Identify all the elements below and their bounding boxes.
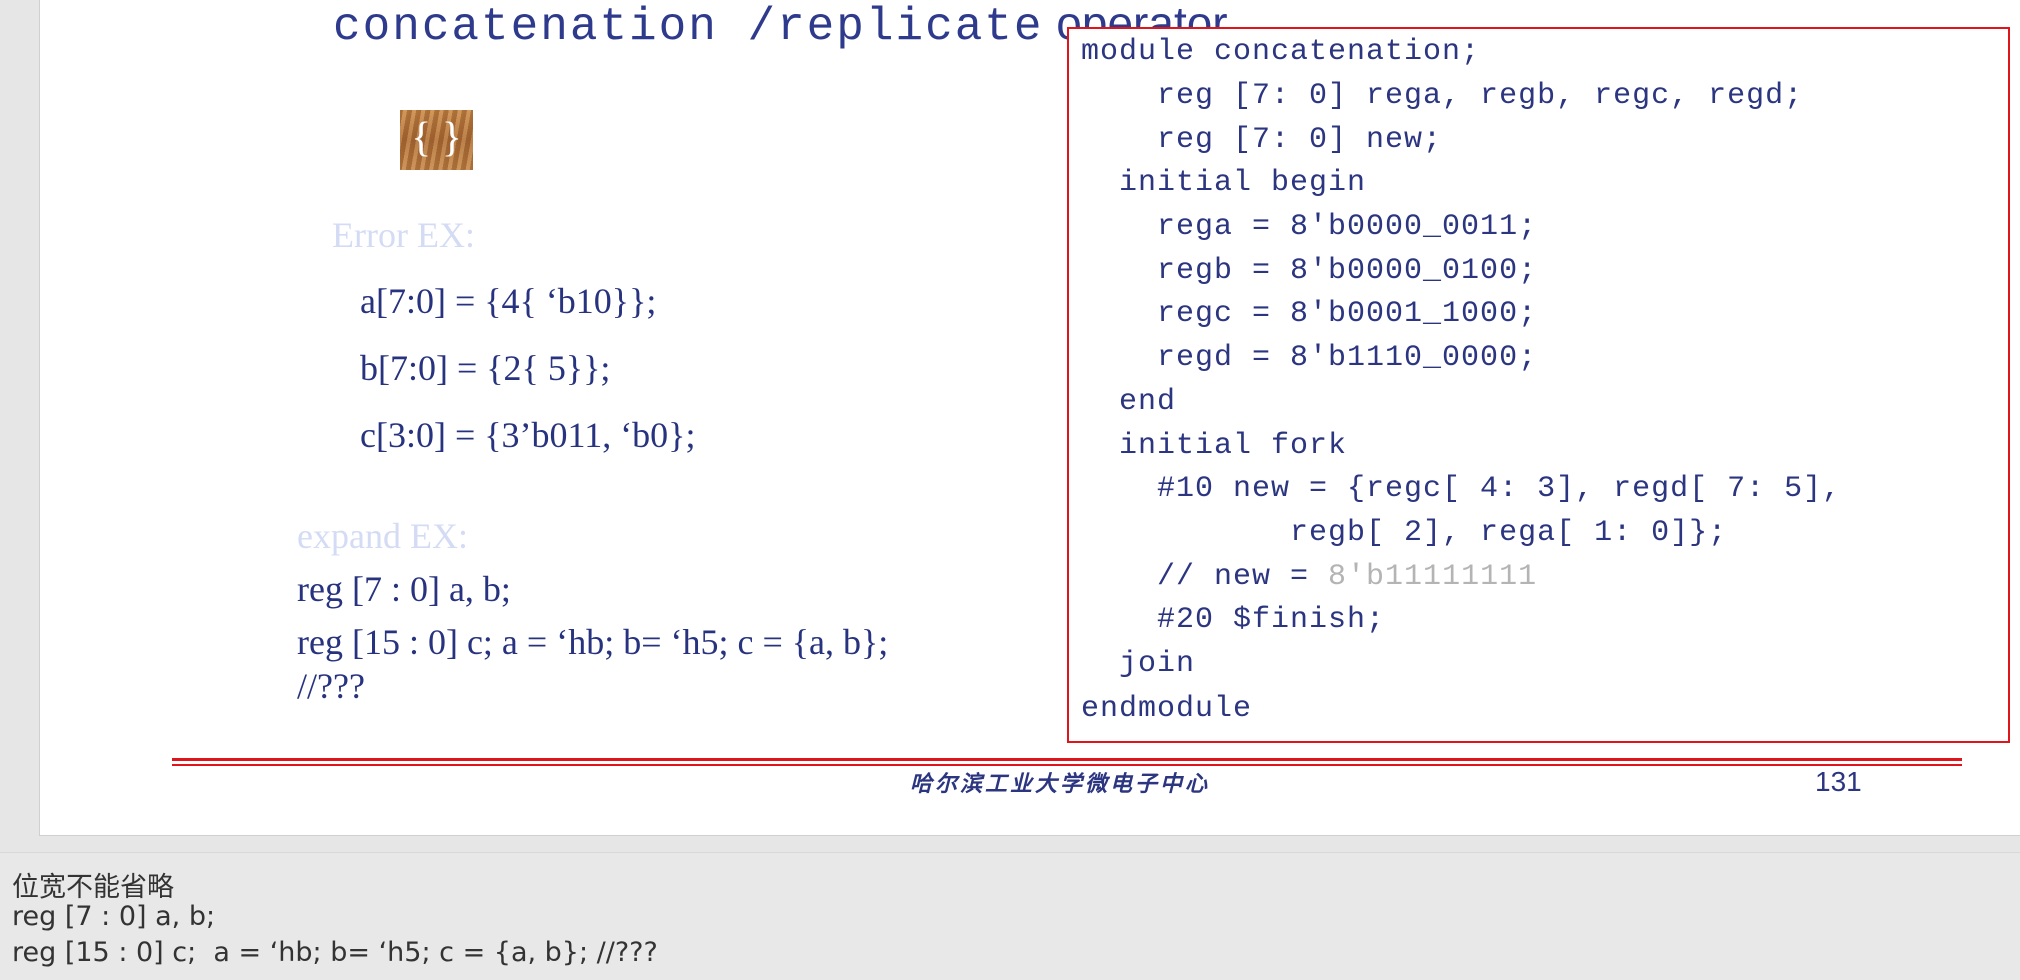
code-comment-text: // new = [1081, 560, 1329, 594]
code-line: join [1081, 647, 1196, 681]
code-line: module concatenation; [1081, 35, 1481, 69]
speaker-notes-pane[interactable]: 位宽不能省略 reg [7 : 0] a, b; reg [15 : 0] c;… [0, 852, 2020, 980]
page-number: 131 [1815, 766, 1862, 797]
error-example-label: Error EX: [332, 215, 475, 255]
code-line: initial fork [1081, 429, 1348, 463]
code-line: endmodule [1081, 692, 1253, 726]
expand-example-line: //??? [297, 666, 365, 706]
footer-rule [172, 758, 1962, 761]
code-line: rega = 8'b0000_0011; [1081, 210, 1538, 244]
slide-viewport: concatenation /replicate operator { } Er… [0, 0, 2020, 852]
code-line: regc = 8'b0001_1000; [1081, 297, 1538, 331]
footer-organization: 哈尔滨工业大学微电子中心 [909, 771, 1210, 797]
error-example-line: c[3:0] = {3’b011, ‘b0}; [360, 415, 696, 455]
expand-example-label: expand EX: [297, 516, 468, 556]
code-line: #20 $finish; [1081, 603, 1386, 637]
slide[interactable]: concatenation /replicate operator { } Er… [39, 0, 2020, 836]
error-example-line: a[7:0] = {4{ ‘b10}}; [360, 281, 657, 321]
code-comment-value: 8'b11111111 [1328, 560, 1538, 594]
brace-icon: { } [400, 110, 473, 170]
code-line: reg [7: 0] rega, regb, regc, regd; [1081, 79, 1804, 113]
notes-line: reg [7 : 0] a, b; [12, 901, 216, 932]
code-line: #10 new = {regc[ 4: 3], regd[ 7: 5], [1081, 472, 1842, 506]
code-comment-line: // new = 8'b11111111 [1081, 560, 1537, 594]
title-mono-part: concatenation /replicate [333, 1, 1044, 53]
code-line: end [1081, 385, 1177, 419]
expand-example-line: reg [15 : 0] c; a = ‘hb; b= ‘h5; c = {a,… [297, 622, 889, 662]
error-example-line: b[7:0] = {2{ 5}}; [360, 348, 611, 388]
notes-line: 位宽不能省略 [12, 872, 174, 903]
expand-example-line: reg [7 : 0] a, b; [297, 569, 511, 609]
verilog-code-box: module concatenation; reg [7: 0] rega, r… [1067, 27, 2010, 743]
notes-line: reg [15 : 0] c; a = ‘hb; b= ‘h5; c = {a,… [12, 937, 658, 968]
code-line: reg [7: 0] new; [1081, 123, 1443, 157]
code-line: regd = 8'b1110_0000; [1081, 341, 1538, 375]
code-line: regb = 8'b0000_0100; [1081, 254, 1538, 288]
code-line: initial begin [1081, 166, 1367, 200]
code-line: regb[ 2], rega[ 1: 0]}; [1081, 516, 1728, 550]
